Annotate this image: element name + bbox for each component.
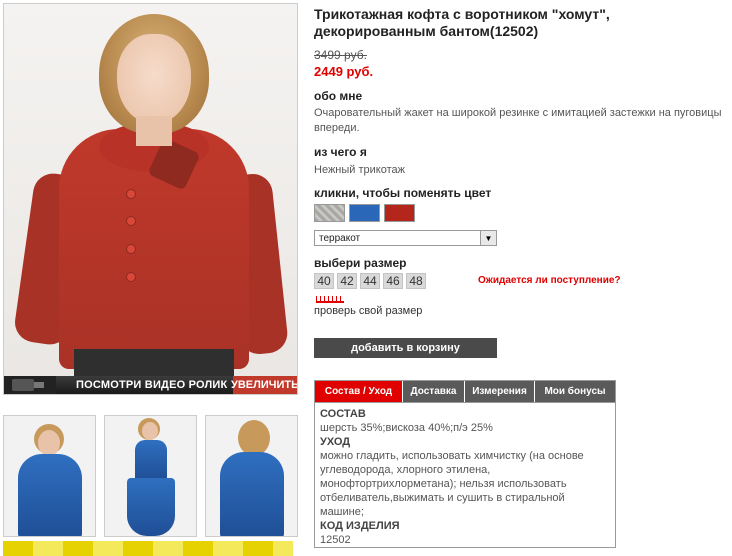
about-text: Очаровательный жакет на широкой резинке … <box>314 107 722 134</box>
tab-bonuses[interactable]: Мои бонусы <box>535 381 615 402</box>
size-option[interactable]: 42 <box>337 273 357 289</box>
old-price: 3499 руб. <box>314 48 367 62</box>
size-options: 40 42 44 46 48 <box>314 273 426 289</box>
ruler-icon <box>316 296 344 303</box>
main-product-photo[interactable]: ПОСМОТРИ ВИДЕО РОЛИК УВЕЛИЧИТЬ <box>3 3 298 395</box>
photo-button <box>126 189 136 199</box>
material-heading: из чего я <box>314 145 367 159</box>
thumb-jacket <box>220 452 284 536</box>
video-strip: ПОСМОТРИ ВИДЕО РОЛИК УВЕЛИЧИТЬ <box>4 376 297 394</box>
code-heading: КОД ИЗДЕЛИЯ <box>320 520 400 532</box>
product-title: Трикотажная кофта с воротником "хомут", … <box>314 6 610 39</box>
thumb-jacket <box>18 454 82 536</box>
size-heading: выбери размер <box>314 256 407 270</box>
video-camera-icon[interactable] <box>4 376 56 394</box>
tab-content: СОСТАВ шерсть 35%;вискоза 40%;п/э 25% УХ… <box>315 403 615 551</box>
thumb-skirt <box>127 478 175 536</box>
tab-bar: Состав / Уход Доставка Измерения Мои бон… <box>315 381 615 403</box>
promo-banner[interactable] <box>3 541 293 556</box>
care-heading: УХОД <box>320 436 351 448</box>
photo-button <box>126 244 136 254</box>
swatch-terracotta[interactable] <box>384 204 415 222</box>
product-code: 12502 <box>320 534 351 546</box>
composition-text: шерсть 35%;вискоза 40%;п/э 25% <box>320 422 493 434</box>
thumbnail-front[interactable] <box>3 415 96 537</box>
thumb-face <box>142 422 158 440</box>
thumb-hair <box>238 420 270 456</box>
about-heading: обо мне <box>314 89 363 103</box>
watch-video-link[interactable]: ПОСМОТРИ ВИДЕО РОЛИК <box>56 376 233 394</box>
chevron-down-icon[interactable]: ▼ <box>480 231 496 245</box>
size-option[interactable]: 46 <box>383 273 403 289</box>
thumbnail-strip <box>3 415 298 537</box>
photo-button <box>126 272 136 282</box>
restock-link[interactable]: Ожидается ли поступление? <box>478 275 621 286</box>
photo-button <box>126 216 136 226</box>
size-option[interactable]: 44 <box>360 273 380 289</box>
size-check-link[interactable]: проверь свой размер <box>314 305 422 317</box>
thumbnail-full-length[interactable] <box>104 415 197 537</box>
material-text: Нежный трикотаж <box>314 164 405 176</box>
swatch-blue[interactable] <box>349 204 380 222</box>
swatch-grey[interactable] <box>314 204 345 222</box>
tab-measurements[interactable]: Измерения <box>465 381 535 402</box>
size-option[interactable]: 40 <box>314 273 334 289</box>
info-tabs: Состав / Уход Доставка Измерения Мои бон… <box>314 380 616 548</box>
color-select-value: терракот <box>319 232 361 244</box>
thumb-jacket <box>135 440 167 480</box>
add-to-cart-button[interactable]: добавить в корзину <box>314 338 497 358</box>
photo-neck <box>136 116 172 146</box>
size-option[interactable]: 48 <box>406 273 426 289</box>
color-swatches <box>314 204 415 222</box>
new-price: 2449 руб. <box>314 64 374 79</box>
care-text: можно гладить, использовать химчистку (н… <box>320 450 584 518</box>
composition-heading: СОСТАВ <box>320 408 366 420</box>
photo-face <box>117 34 191 124</box>
zoom-button[interactable]: УВЕЛИЧИТЬ <box>231 376 297 394</box>
thumbnail-back[interactable] <box>205 415 298 537</box>
color-heading: кликни, чтобы поменять цвет <box>314 186 492 200</box>
thumb-face <box>38 430 60 456</box>
tab-composition-care[interactable]: Состав / Уход <box>315 381 403 402</box>
color-select[interactable]: терракот ▼ <box>314 230 497 246</box>
tab-delivery[interactable]: Доставка <box>403 381 465 402</box>
